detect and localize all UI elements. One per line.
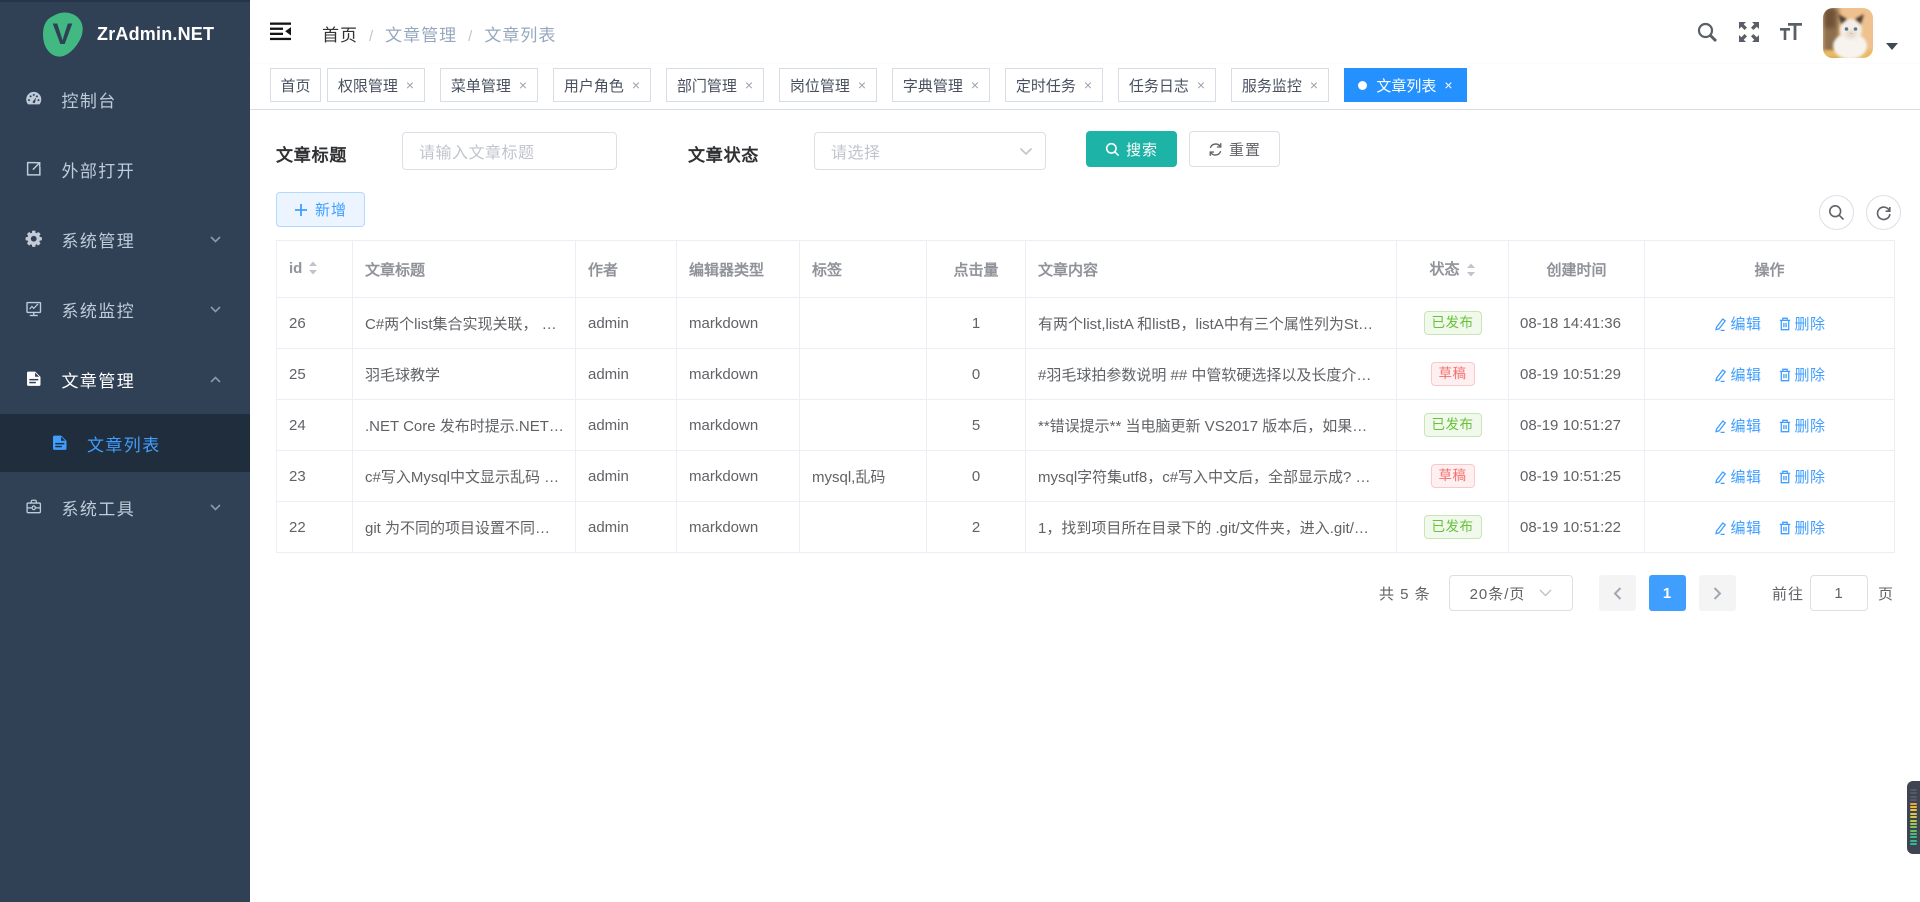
svg-text:V: V (52, 18, 72, 51)
